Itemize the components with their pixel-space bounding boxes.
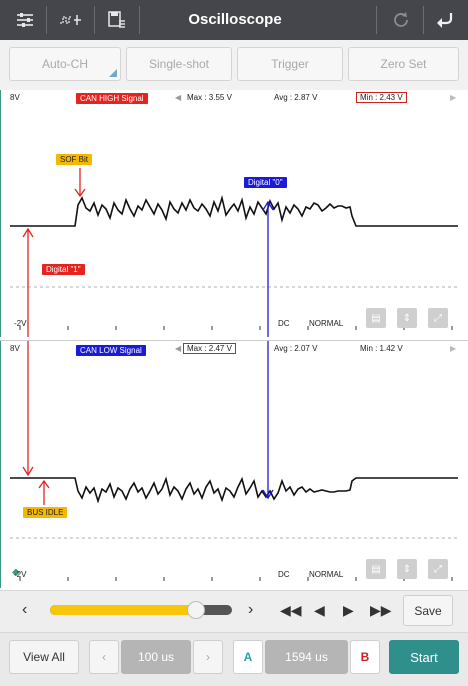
trigger-button[interactable]: Trigger xyxy=(237,47,343,81)
chevron-right-icon: › xyxy=(206,650,210,664)
ch1-scale-icon[interactable]: ⇕ xyxy=(397,308,417,328)
ch2-plot xyxy=(10,341,458,581)
slider-fill xyxy=(50,605,196,615)
channel-1-display[interactable]: 8V CAN HIGH Signal ◀ Max : 3.55 V Avg : … xyxy=(0,90,468,337)
divider xyxy=(376,6,377,34)
cursor-delta-display: 1594 us xyxy=(265,640,348,674)
fast-forward-icon[interactable]: ▶▶ xyxy=(370,602,392,619)
step-backward-icon[interactable]: ◀ xyxy=(314,602,325,619)
slider-thumb[interactable] xyxy=(186,601,205,619)
waveform-edit-icon[interactable] xyxy=(52,5,90,35)
start-label: Start xyxy=(410,649,438,665)
timeline-slider[interactable] xyxy=(50,601,232,619)
scroll-left-icon[interactable]: ‹ xyxy=(22,601,27,619)
ch2-mode: NORMAL xyxy=(309,570,344,579)
view-all-label: View All xyxy=(23,650,65,664)
cursor-a-label: A xyxy=(243,650,253,664)
zero-set-label: Zero Set xyxy=(380,57,427,71)
dropdown-corner-icon xyxy=(109,69,117,77)
step-forward-icon[interactable]: ▶ xyxy=(343,602,354,619)
auto-ch-label: Auto-CH xyxy=(41,57,88,71)
fast-backward-icon[interactable]: ◀◀ xyxy=(280,602,302,619)
settings-sliders-icon[interactable] xyxy=(8,5,42,35)
timeline-bar: ‹ › ◀◀ ◀ ▶ ▶▶ Save xyxy=(0,590,468,633)
auto-ch-button[interactable]: Auto-CH xyxy=(9,47,121,81)
time-increase-button[interactable]: › xyxy=(193,640,223,674)
bottom-toolbar: View All ‹ 100 us › A 1594 us B Start xyxy=(0,632,468,686)
sof-bit-annotation: SOF Bit xyxy=(56,154,93,165)
ch1-coupling: DC xyxy=(278,319,290,328)
chevron-left-icon: ‹ xyxy=(102,650,106,664)
app-title: Oscilloscope xyxy=(188,11,282,28)
single-shot-button[interactable]: Single-shot xyxy=(126,47,232,81)
trigger-label: Trigger xyxy=(271,57,309,71)
mode-bar: Auto-CH Single-shot Trigger Zero Set xyxy=(0,40,468,91)
cursor-b-label: B xyxy=(360,650,370,664)
save-button[interactable]: Save xyxy=(403,595,453,626)
bus-idle-annotation: BUS IDLE xyxy=(23,507,68,518)
time-per-div-value: 100 us xyxy=(137,650,175,664)
ch2-bottom-scale: -2V xyxy=(14,570,27,579)
single-shot-label: Single-shot xyxy=(148,57,210,71)
cursor-a-button[interactable]: A xyxy=(233,640,263,674)
back-return-icon[interactable] xyxy=(428,5,462,35)
divider xyxy=(94,6,95,34)
save-file-list-icon[interactable] xyxy=(100,5,134,35)
divider xyxy=(46,6,47,34)
divider xyxy=(423,6,424,34)
digital-1-annotation: Digital "1" xyxy=(42,264,85,275)
top-toolbar: Oscilloscope xyxy=(0,0,468,40)
start-button[interactable]: Start xyxy=(389,640,459,674)
scroll-right-icon[interactable]: › xyxy=(248,601,253,619)
time-decrease-button[interactable]: ‹ xyxy=(89,640,119,674)
ch2-coupling: DC xyxy=(278,570,290,579)
ch1-mode: NORMAL xyxy=(309,319,344,328)
ch1-plot xyxy=(10,168,458,337)
ch1-clear-icon[interactable]: ▤ xyxy=(366,308,386,328)
ch2-scale-icon[interactable]: ⇕ xyxy=(397,559,417,579)
cursor-b-button[interactable]: B xyxy=(350,640,380,674)
time-per-div-display: 100 us xyxy=(121,640,191,674)
ch2-clear-icon[interactable]: ▤ xyxy=(366,559,386,579)
cursor-delta-value: 1594 us xyxy=(285,650,328,664)
refresh-icon[interactable] xyxy=(384,5,418,35)
channel-2-display[interactable]: 8V CAN LOW Signal ◀ Max : 2.47 V Avg : 2… xyxy=(0,340,468,588)
ch1-bottom-scale: -2V xyxy=(14,319,27,328)
ch1-fullscreen-icon[interactable]: ⤢ xyxy=(428,308,448,328)
zero-set-button[interactable]: Zero Set xyxy=(348,47,459,81)
save-label: Save xyxy=(414,603,442,618)
ch2-fullscreen-icon[interactable]: ⤢ xyxy=(428,559,448,579)
digital-0-annotation: Digital "0" xyxy=(244,177,287,188)
view-all-button[interactable]: View All xyxy=(9,640,79,674)
